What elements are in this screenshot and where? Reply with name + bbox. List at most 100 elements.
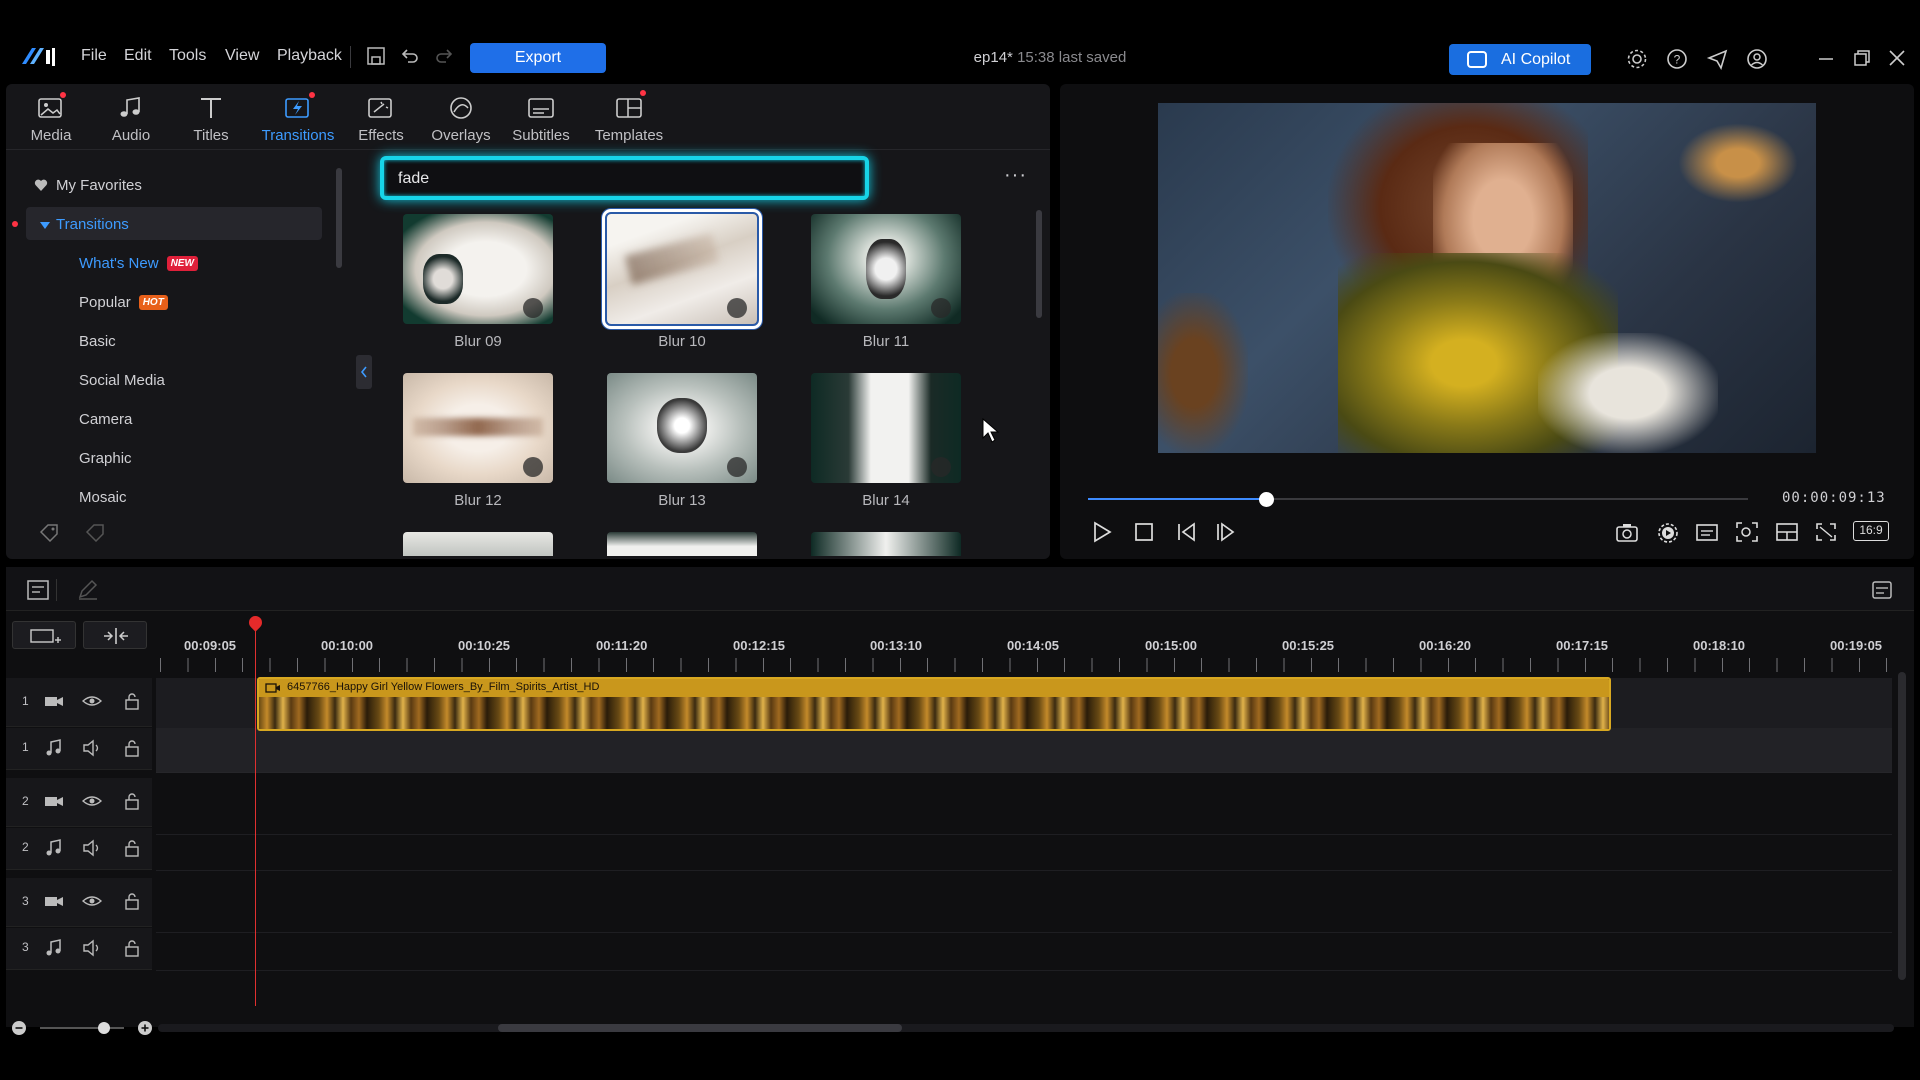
transition-thumb-blur-14[interactable] [811,373,961,483]
tab-effects[interactable]: Effects [341,84,421,150]
remove-tag-icon[interactable] [84,522,108,542]
eye-icon[interactable] [82,792,102,810]
zoom-in-icon[interactable] [138,1021,152,1035]
download-icon[interactable] [727,457,747,477]
sidebar-item-social-media[interactable]: Social Media [79,372,165,389]
tab-transitions[interactable]: Transitions [258,84,338,150]
save-icon[interactable] [366,46,388,66]
timeline-vertical-scrollbar[interactable] [1898,672,1906,980]
sidebar-item-basic[interactable]: Basic [79,333,116,350]
more-options-icon[interactable]: ··· [1004,164,1027,187]
caret-down-icon[interactable] [40,220,50,230]
restore-icon[interactable] [1852,48,1876,70]
search-field[interactable] [380,156,869,200]
snapshot-icon[interactable] [1614,520,1640,544]
lock-icon[interactable] [122,692,142,710]
add-tag-icon[interactable] [38,522,62,542]
lock-icon[interactable] [122,792,142,810]
transition-thumb-blur-13[interactable] [607,373,757,483]
sidebar-item-camera[interactable]: Camera [79,411,132,428]
transition-thumb-blur-12[interactable] [403,373,553,483]
speaker-icon[interactable] [82,939,102,957]
zoom-out-icon[interactable] [12,1021,26,1035]
render-preview-icon[interactable] [1655,520,1681,544]
search-input[interactable] [398,170,838,188]
sidebar-item-favorites[interactable]: My Favorites [56,177,142,194]
transition-thumb-blur-09[interactable] [403,214,553,324]
export-button[interactable]: Export [470,43,606,73]
tab-media[interactable]: Media [11,84,91,150]
snap-toggle-button[interactable] [83,621,147,649]
sidebar-section-transitions[interactable]: Transitions [56,216,129,233]
tab-titles[interactable]: Titles [171,84,251,150]
ai-copilot-button[interactable]: AI Copilot [1449,44,1591,75]
download-icon[interactable] [523,298,543,318]
menu-file[interactable]: File [81,47,107,65]
edit-pencil-icon[interactable] [76,579,100,601]
collapse-sidebar-button[interactable] [356,355,372,389]
minimize-icon[interactable] [1816,48,1840,70]
sidebar-item-mosaic[interactable]: Mosaic [79,489,127,506]
download-icon[interactable] [727,298,747,318]
feedback-icon[interactable] [1706,48,1730,70]
stop-icon[interactable] [1131,520,1157,544]
download-icon[interactable] [931,457,951,477]
sidebar-item-popular[interactable]: Popular HOT [79,294,168,311]
video-preview[interactable] [1158,103,1816,453]
grid-scrollbar[interactable] [1036,210,1042,318]
fullscreen-icon[interactable] [1813,520,1839,544]
subtitle-toggle-icon[interactable] [1694,520,1720,544]
zoom-slider-track[interactable] [40,1027,124,1029]
transition-thumb-partial[interactable] [811,532,961,556]
layout-icon[interactable] [1774,520,1800,544]
lock-icon[interactable] [122,939,142,957]
transition-thumb-blur-10[interactable] [602,209,762,329]
sidebar-item-graphic[interactable]: Graphic [79,450,132,467]
tab-overlays[interactable]: Overlays [421,84,501,150]
timeline-ruler[interactable]: 00:09:05 00:10:00 00:10:25 00:11:20 00:1… [156,616,1906,674]
speaker-icon[interactable] [82,839,102,857]
gear-icon[interactable] [1626,48,1650,70]
tab-audio[interactable]: Audio [91,84,171,150]
help-icon[interactable]: ? [1666,48,1690,70]
timeline-scroll-thumb[interactable] [498,1024,902,1032]
transition-thumb-partial[interactable] [607,532,757,556]
video-clip[interactable]: 6457766_Happy Girl Yellow Flowers_By_Fil… [257,677,1611,731]
track-body-audio-1[interactable] [156,728,1892,772]
lock-icon[interactable] [122,892,142,910]
sidebar-item-whats-new[interactable]: What's New NEW [79,255,198,272]
menu-tools[interactable]: Tools [169,47,206,65]
redo-icon[interactable] [434,46,456,66]
play-icon[interactable] [1089,520,1115,544]
clip-filmstrip [259,697,1609,729]
timeline-horizontal-scrollbar[interactable] [158,1024,1894,1032]
transition-thumb-blur-11[interactable] [811,214,961,324]
speaker-icon[interactable] [82,739,102,757]
previous-frame-icon[interactable] [1174,520,1200,544]
undo-icon[interactable] [400,46,422,66]
download-icon[interactable] [523,457,543,477]
timeline-settings-icon[interactable] [1870,579,1896,601]
zoom-fit-icon[interactable] [1734,520,1760,544]
track-manager-icon[interactable] [26,579,50,601]
close-icon[interactable] [1887,48,1911,70]
eye-icon[interactable] [82,892,102,910]
menu-edit[interactable]: Edit [124,47,152,65]
tab-subtitles[interactable]: Subtitles [501,84,581,150]
menu-view[interactable]: View [225,47,259,65]
add-track-button[interactable] [12,621,76,649]
aspect-ratio-button[interactable]: 16:9 [1853,521,1889,541]
sidebar-scrollbar[interactable] [336,168,342,268]
transition-thumb-partial[interactable] [403,532,553,556]
menu-playback[interactable]: Playback [277,47,342,65]
lock-icon[interactable] [122,839,142,857]
zoom-slider-handle[interactable] [98,1022,110,1034]
svg-text:?: ? [1674,53,1681,67]
lock-icon[interactable] [122,739,142,757]
download-icon[interactable] [931,298,951,318]
account-icon[interactable] [1746,48,1770,70]
tab-templates[interactable]: Templates [589,84,669,150]
eye-icon[interactable] [82,692,102,710]
next-frame-icon[interactable] [1213,520,1239,544]
clip-name: 6457766_Happy Girl Yellow Flowers_By_Fil… [287,681,600,693]
